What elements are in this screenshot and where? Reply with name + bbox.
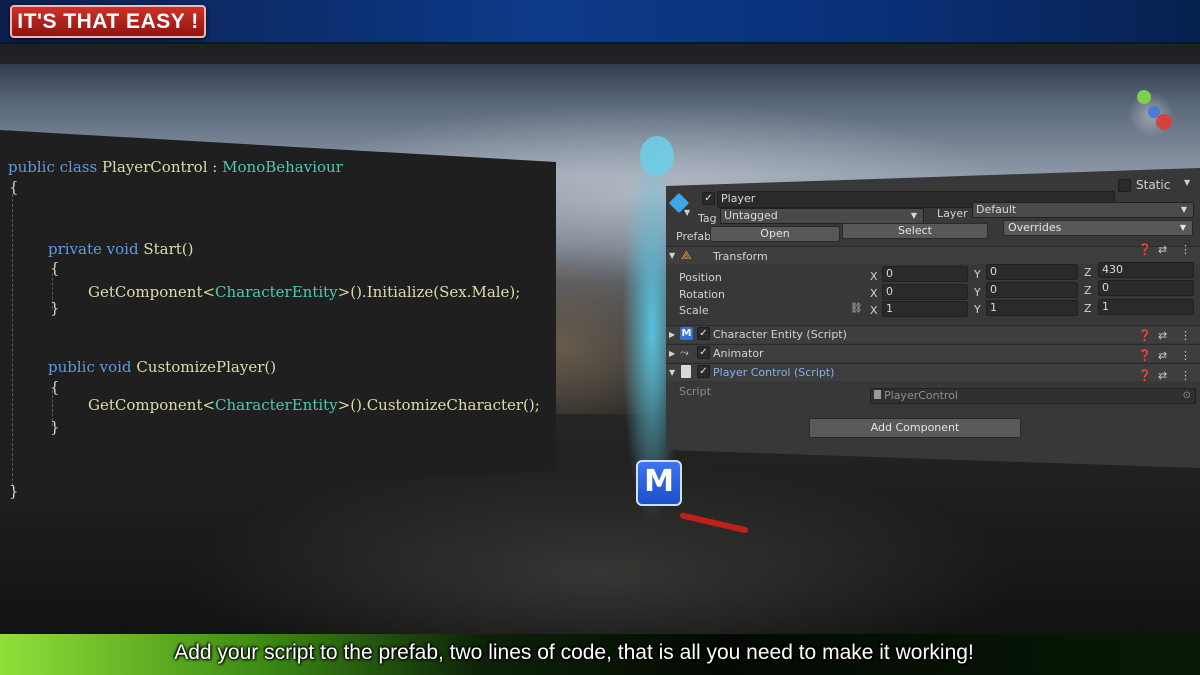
tag-label: Tag: [698, 212, 717, 225]
constrain-proportions-icon[interactable]: ⛓: [850, 303, 863, 314]
script-label: Script: [679, 385, 711, 398]
code-method-start: private void Start(): [48, 240, 194, 258]
more-menu-icon[interactable]: ⋮: [1180, 244, 1191, 256]
gizmo-x-axis[interactable]: [1156, 114, 1172, 130]
code-brace-open: {: [50, 378, 60, 396]
position-x-label: X: [870, 270, 878, 283]
settings-sliders-icon[interactable]: ⇄: [1158, 330, 1167, 342]
position-label: Position: [679, 271, 722, 284]
rotation-y-label: Y: [974, 286, 981, 299]
settings-sliders-icon[interactable]: ⇄: [1158, 350, 1167, 362]
player-head: [640, 136, 674, 176]
help-icon[interactable]: ❓: [1138, 244, 1152, 256]
inspector-panel: ▼ ✓ Player Static ▼ Tag Untagged ▼ Layer…: [666, 168, 1200, 468]
component-label-character-entity: Character Entity (Script): [713, 328, 847, 341]
scale-x-field[interactable]: 1: [882, 301, 968, 317]
code-brace-close: }: [9, 482, 19, 500]
animator-icon: ⤳: [680, 346, 689, 359]
code-customize-call: GetComponent<CharacterEntity>().Customiz…: [88, 396, 540, 414]
script-file-icon: [681, 365, 691, 378]
object-picker-icon[interactable]: ⊙: [1183, 389, 1191, 403]
scale-y-field[interactable]: 1: [986, 300, 1078, 316]
foldout-arrow-icon[interactable]: ▶: [669, 349, 675, 358]
open-button[interactable]: Open: [710, 226, 840, 242]
m-script-icon: M: [680, 327, 693, 340]
position-z-field[interactable]: 430: [1098, 262, 1194, 278]
more-menu-icon[interactable]: ⋮: [1180, 330, 1191, 342]
rotation-z-field[interactable]: 0: [1098, 280, 1194, 296]
position-z-label: Z: [1084, 266, 1092, 279]
more-menu-icon[interactable]: ⋮: [1180, 350, 1191, 362]
add-component-button[interactable]: Add Component: [809, 418, 1021, 438]
script-reference-field[interactable]: PlayerControl ⊙: [870, 388, 1196, 404]
code-brace-close: }: [50, 299, 60, 317]
static-checkbox[interactable]: [1118, 179, 1131, 192]
help-icon[interactable]: ❓: [1138, 330, 1152, 342]
component-enabled-checkbox[interactable]: ✓: [697, 327, 710, 340]
caption-text: Add your script to the prefab, two lines…: [174, 641, 974, 664]
m-marker-icon: M: [636, 460, 682, 506]
gizmo-y-axis[interactable]: [1137, 90, 1151, 104]
code-brace-close: }: [50, 418, 60, 436]
position-y-field[interactable]: 0: [986, 264, 1078, 280]
static-dropdown-icon[interactable]: ▼: [1184, 178, 1190, 187]
tag-dropdown[interactable]: Untagged ▼: [720, 208, 924, 224]
transform-icon: ⟁: [681, 248, 692, 262]
code-brace-open: {: [50, 259, 60, 277]
code-panel: public class PlayerControl : MonoBehavio…: [0, 130, 556, 504]
rotation-y-field[interactable]: 0: [986, 282, 1078, 298]
top-banner: IT'S THAT EASY !: [0, 0, 1200, 44]
scale-y-label: Y: [974, 303, 981, 316]
chevron-down-icon: ▼: [910, 211, 917, 220]
component-enabled-checkbox[interactable]: ✓: [697, 346, 710, 359]
foldout-arrow-icon[interactable]: ▼: [669, 251, 675, 260]
more-menu-icon[interactable]: ⋮: [1180, 370, 1191, 382]
chevron-down-icon: ▼: [1179, 223, 1186, 232]
code-class-declaration: public class PlayerControl : MonoBehavio…: [8, 158, 343, 176]
settings-sliders-icon[interactable]: ⇄: [1158, 370, 1167, 382]
chevron-down-icon: ▼: [1180, 205, 1187, 214]
rotation-z-label: Z: [1084, 284, 1092, 297]
layer-label: Layer: [937, 207, 968, 220]
code-method-customize: public void CustomizePlayer(): [48, 358, 277, 376]
scale-label: Scale: [679, 304, 709, 317]
help-icon[interactable]: ❓: [1138, 370, 1152, 382]
help-icon[interactable]: ❓: [1138, 350, 1152, 362]
indent-guide: [12, 194, 13, 486]
overrides-button[interactable]: Overrides ▼: [1003, 220, 1193, 236]
transform-title: Transform: [713, 250, 768, 263]
scale-z-label: Z: [1084, 302, 1092, 315]
rotation-x-field[interactable]: 0: [882, 284, 968, 300]
code-brace-open: {: [9, 178, 19, 196]
code-initialize-call: GetComponent<CharacterEntity>().Initiali…: [88, 283, 521, 301]
title-badge: IT'S THAT EASY !: [10, 5, 206, 38]
position-y-label: Y: [974, 268, 981, 281]
foldout-arrow-icon[interactable]: ▶: [669, 330, 675, 339]
scale-z-field[interactable]: 1: [1098, 299, 1194, 315]
component-enabled-checkbox[interactable]: ✓: [697, 365, 710, 378]
rotation-x-label: X: [870, 287, 878, 300]
active-checkbox[interactable]: ✓: [702, 192, 715, 205]
script-file-icon: [874, 390, 881, 399]
static-label: Static: [1136, 178, 1171, 192]
component-label-player-control: Player Control (Script): [713, 366, 835, 379]
layer-dropdown[interactable]: Default ▼: [972, 202, 1194, 218]
foldout-arrow-icon[interactable]: ▼: [669, 368, 675, 377]
component-label-animator: Animator: [713, 347, 764, 360]
select-button[interactable]: Select: [842, 223, 988, 239]
prefab-label: Prefab: [676, 230, 712, 243]
scale-x-label: X: [870, 304, 878, 317]
settings-sliders-icon[interactable]: ⇄: [1158, 244, 1167, 256]
dropdown-arrow-icon[interactable]: ▼: [684, 208, 690, 217]
position-x-field[interactable]: 0: [882, 266, 968, 282]
rotation-label: Rotation: [679, 288, 726, 301]
